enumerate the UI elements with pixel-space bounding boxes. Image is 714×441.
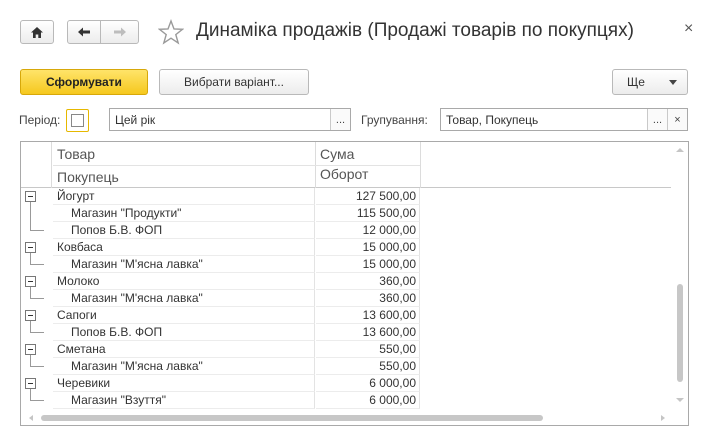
customer-name: Магазин "Взуття" [53,392,315,409]
header-product: Товар [57,146,96,162]
row-amount: 550,00 [316,358,420,375]
table-row[interactable]: Магазин "М'ясна лавка" 550,00 [21,358,671,375]
header-sum: Сума [320,146,355,162]
scroll-up-icon[interactable] [676,148,684,152]
table-row[interactable]: Сапоги 13 600,00 [21,307,671,324]
grouping-select-button[interactable]: ... [647,109,667,130]
grouping-field[interactable]: Товар, Покупець ... × [440,108,688,131]
table-row[interactable]: Молоко 360,00 [21,273,671,290]
close-icon[interactable]: × [684,20,693,38]
star-icon [158,19,184,45]
horizontal-scroll-thumb[interactable] [41,415,543,421]
table-row[interactable]: Попов Б.В. ФОП 12 000,00 [21,222,671,239]
home-icon [31,26,43,38]
vertical-scrollbar[interactable] [671,142,688,412]
row-amount: 360,00 [316,273,420,290]
product-name: Сметана [53,341,315,358]
header-turnover: Оборот [320,166,369,182]
grouping-label: Групування: [361,113,428,127]
table-row[interactable]: Сметана 550,00 [21,341,671,358]
collapse-icon[interactable] [25,344,36,355]
customer-name: Магазин "М'ясна лавка" [53,358,315,375]
row-amount: 15 000,00 [316,239,420,256]
period-value: Цей рік [115,112,156,127]
generate-button[interactable]: Сформувати [20,69,148,95]
vertical-scroll-thumb[interactable] [677,284,683,382]
scroll-right-icon[interactable] [661,415,665,421]
back-arrow-icon [78,27,90,37]
row-amount: 13 600,00 [316,307,420,324]
collapse-icon[interactable] [25,276,36,287]
customer-name: Попов Б.В. ФОП [53,324,315,341]
product-name: Йогурт [53,188,315,205]
customer-name: Магазин "Продукти" [53,205,315,222]
table-row[interactable]: Магазин "Продукти" 115 500,00 [21,205,671,222]
period-checkbox[interactable] [66,109,89,132]
period-field[interactable]: Цей рік ... [109,108,351,131]
table-header: Товар Покупець Сума Оборот [21,142,671,188]
period-label: Період: [19,113,61,127]
table-row[interactable]: Магазин "Взуття" 6 000,00 [21,392,671,409]
row-amount: 127 500,00 [316,188,420,205]
back-button[interactable] [67,20,101,44]
table-row[interactable]: Ковбаса 15 000,00 [21,239,671,256]
collapse-icon[interactable] [25,191,36,202]
report-table[interactable]: Товар Покупець Сума Оборот Йогурт 127 50… [20,141,689,426]
chevron-down-icon [669,80,677,85]
row-amount: 6 000,00 [316,392,420,409]
forward-arrow-icon [113,27,126,37]
more-menu-label: Ще [627,75,645,89]
product-name: Черевики [53,375,315,392]
product-name: Молоко [53,273,315,290]
favorite-button[interactable] [158,19,184,45]
customer-name: Попов Б.В. ФОП [53,222,315,239]
row-amount: 12 000,00 [316,222,420,239]
table-body: Йогурт 127 500,00 Магазин "Продукти" 115… [21,188,671,409]
collapse-icon[interactable] [25,242,36,253]
product-name: Сапоги [53,307,315,324]
product-name: Ковбаса [53,239,315,256]
row-amount: 550,00 [316,341,420,358]
row-amount: 15 000,00 [316,256,420,273]
table-row[interactable]: Йогурт 127 500,00 [21,188,671,222]
customer-name: Магазин "М'ясна лавка" [53,256,315,273]
grouping-value: Товар, Покупець [446,112,539,127]
home-button[interactable] [20,20,54,44]
forward-button[interactable] [100,20,139,44]
row-amount: 115 500,00 [316,205,420,222]
collapse-icon[interactable] [25,310,36,321]
collapse-icon[interactable] [25,378,36,389]
page-title: Динаміка продажів (Продажі товарів по по… [196,20,634,41]
table-row[interactable]: Магазин "М'ясна лавка" 360,00 [21,290,671,307]
horizontal-scrollbar[interactable] [21,411,671,425]
row-amount: 6 000,00 [316,375,420,392]
select-variant-button[interactable]: Вибрати варіант... [159,69,309,95]
table-row[interactable]: Попов Б.В. ФОП 13 600,00 [21,324,671,341]
scroll-left-icon[interactable] [29,415,33,421]
checkbox-box [71,114,84,127]
row-amount: 360,00 [316,290,420,307]
grouping-clear-button[interactable]: × [667,109,687,130]
table-row[interactable]: Черевики 6 000,00 [21,375,671,392]
scroll-down-icon[interactable] [676,398,684,402]
more-menu-button[interactable]: Ще [612,69,688,95]
table-row[interactable]: Магазин "М'ясна лавка" 15 000,00 [21,256,671,273]
period-select-button[interactable]: ... [330,109,350,130]
customer-name: Магазин "М'ясна лавка" [53,290,315,307]
row-amount: 13 600,00 [316,324,420,341]
header-customer: Покупець [57,169,119,185]
